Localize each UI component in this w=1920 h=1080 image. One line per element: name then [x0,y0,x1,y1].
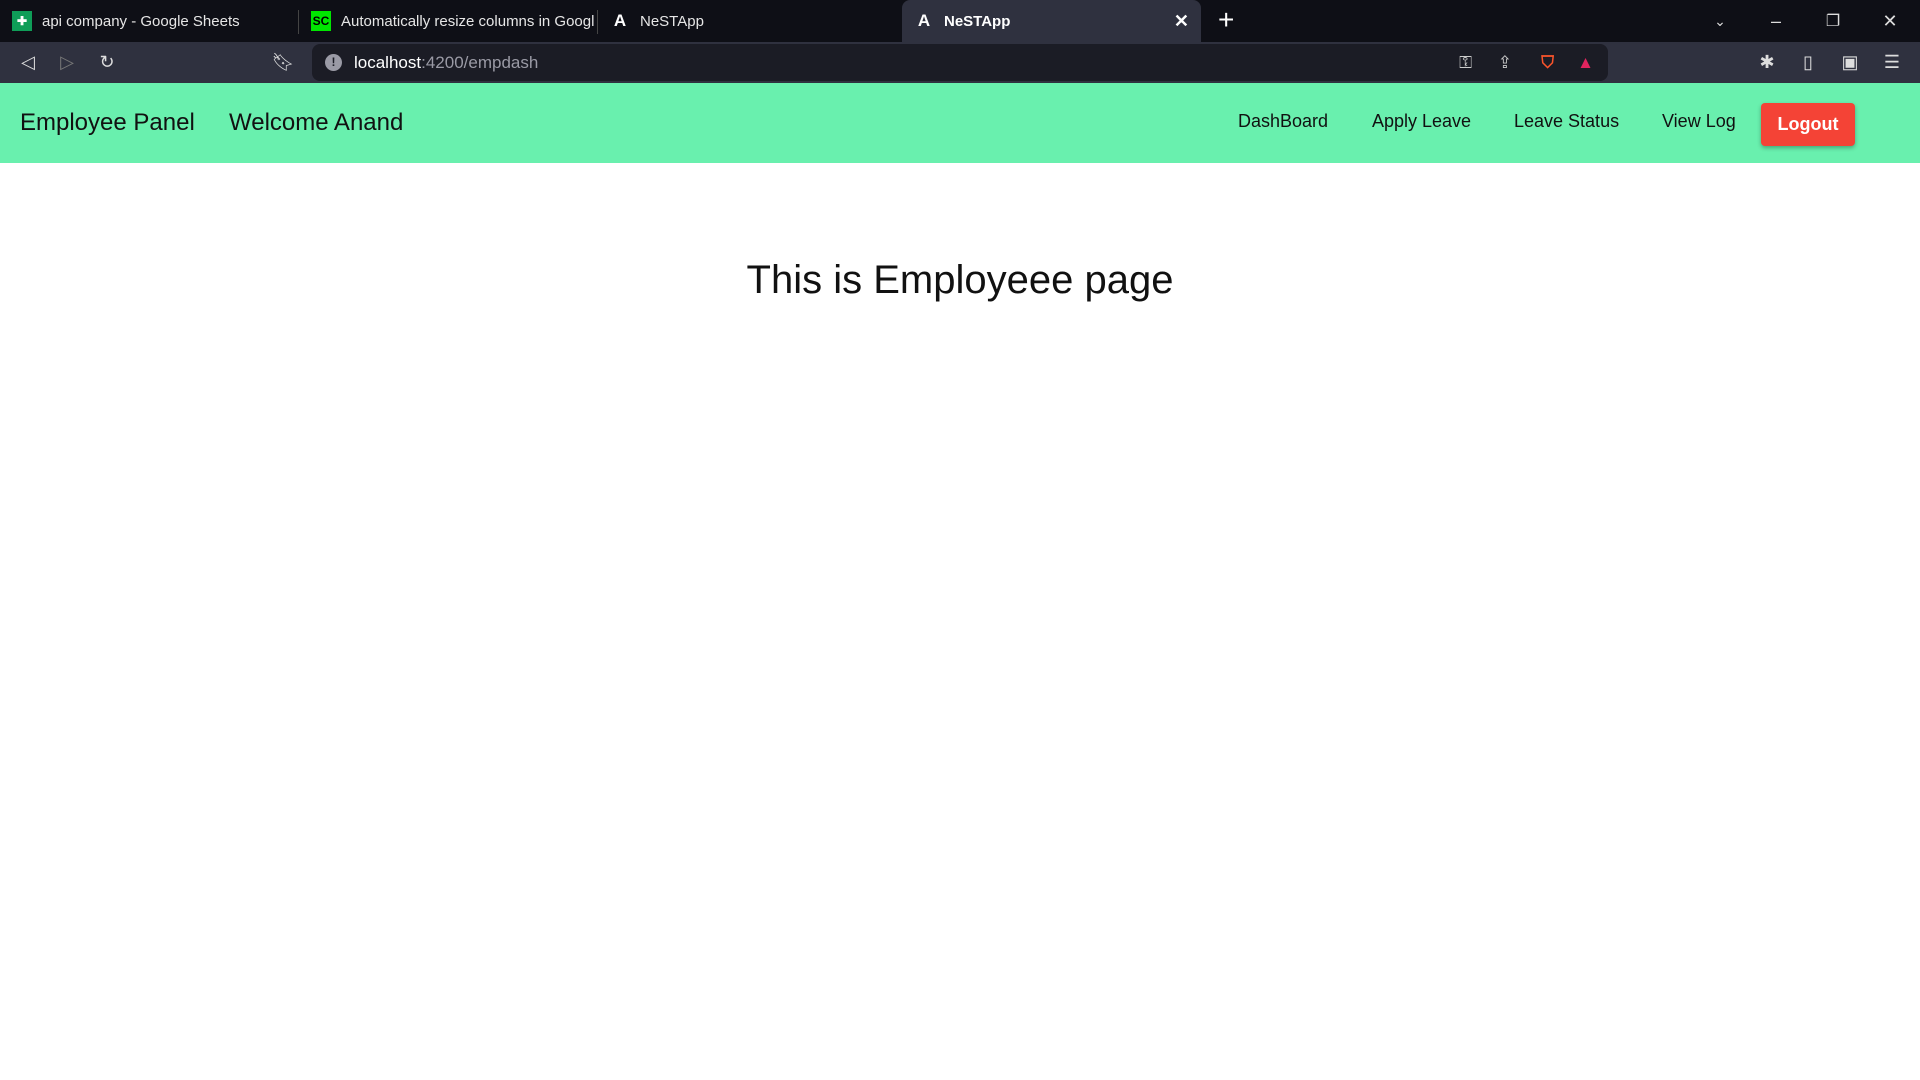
site-info-icon[interactable]: ! [325,54,342,71]
url-path: :4200/empdash [421,52,539,72]
bookmark-icon[interactable]: 🔖︎ [265,42,301,83]
nav-dashboard[interactable]: DashBoard [1238,111,1328,132]
welcome-text: Welcome Anand [229,109,404,136]
tab-title: NeSTApp [640,12,704,30]
address-bar[interactable]: ! localhost:4200/empdash ⚿ ⇪ ⛉ ▲ [312,44,1608,81]
close-window-button[interactable]: ✕ [1862,0,1918,42]
sidebar-icon[interactable]: ▯ [1790,42,1826,83]
extensions-icon[interactable]: ✱ [1749,42,1785,83]
close-tab-icon[interactable]: ✕ [1174,11,1189,32]
tab-resize-columns[interactable]: SC Automatically resize columns in Googl [299,0,598,42]
tab-search-chevron-icon[interactable]: ⌄ [1692,0,1748,42]
app-header: Employee Panel Welcome Anand DashBoard A… [0,83,1920,163]
new-tab-button[interactable]: + [1218,4,1234,36]
brave-shield-icon[interactable]: ⛉ [1541,53,1554,73]
brave-rewards-icon[interactable]: ▲ [1577,53,1594,73]
nav-apply-leave[interactable]: Apply Leave [1372,111,1471,132]
menu-icon[interactable]: ☰ [1874,42,1910,83]
nav-leave-status[interactable]: Leave Status [1514,111,1619,132]
minimize-button[interactable]: – [1748,0,1804,42]
angular-icon: A [613,11,627,30]
tab-title: api company - Google Sheets [42,12,240,30]
forward-button[interactable]: ▷ [49,42,85,83]
restore-button[interactable]: ❐ [1805,0,1861,42]
tab-bar: ✚ api company - Google Sheets SC Automat… [0,0,1920,42]
brand-title: Employee Panel [20,109,195,136]
wallet-icon[interactable]: ▣ [1832,42,1868,83]
nav-view-log[interactable]: View Log [1662,111,1736,132]
google-sheets-icon: ✚ [12,11,32,31]
browser-toolbar: ◁ ▷ ↻ 🔖︎ ! localhost:4200/empdash ⚿ ⇪ ⛉ … [0,42,1920,83]
key-icon[interactable]: ⚿ [1459,53,1472,73]
tab-google-sheets[interactable]: ✚ api company - Google Sheets [0,0,299,42]
tab-title: Automatically resize columns in Googl [341,12,595,30]
logout-button[interactable]: Logout [1761,103,1855,146]
tab-title: NeSTApp [944,12,1011,30]
sc-site-icon: SC [311,11,331,31]
back-button[interactable]: ◁ [10,42,46,83]
reload-button[interactable]: ↻ [89,42,125,83]
share-icon[interactable]: ⇪ [1498,53,1512,73]
page-title: This is Employeee page [746,258,1174,302]
url-host: localhost [354,52,422,72]
angular-icon: A [917,11,931,30]
tab-nestapp-active[interactable]: A NeSTApp ✕ [902,0,1201,42]
tab-nestapp[interactable]: A NeSTApp [598,0,897,42]
